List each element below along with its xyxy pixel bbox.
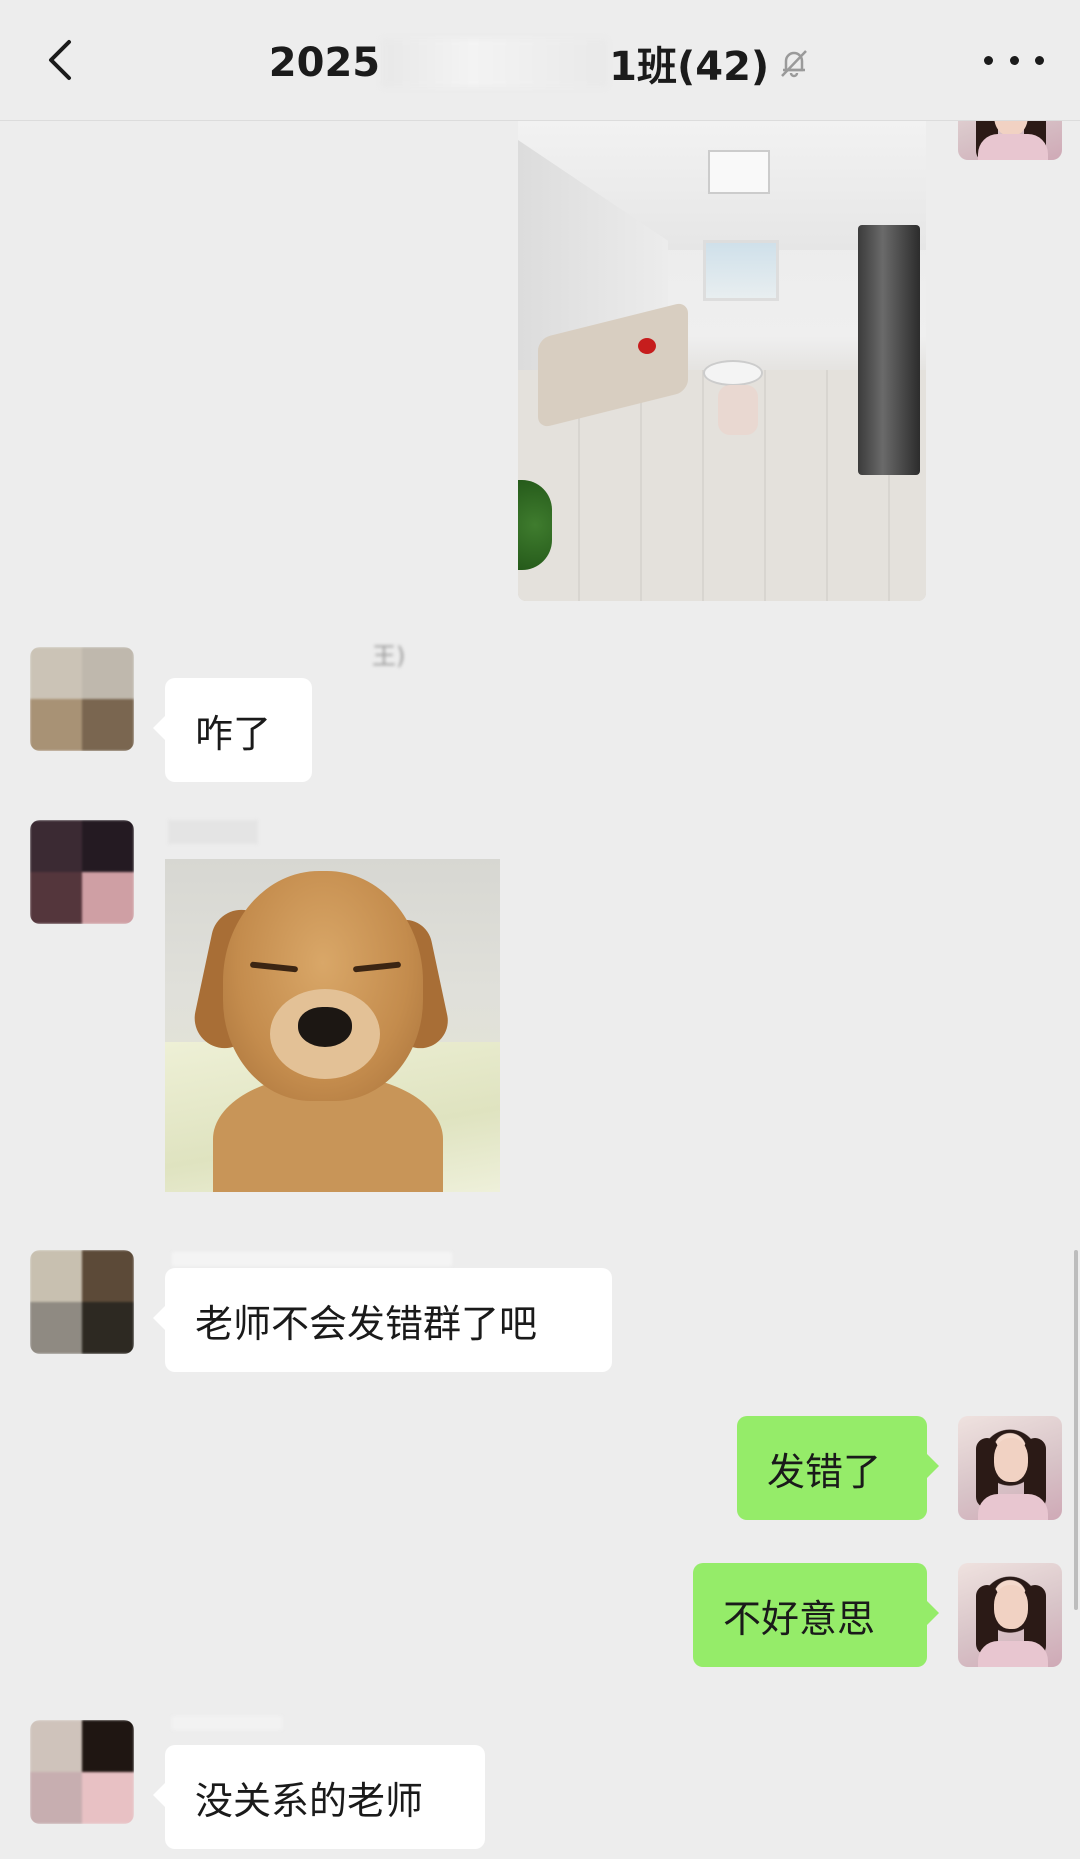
scrollbar[interactable] (1074, 1250, 1078, 1610)
my-avatar[interactable] (958, 1416, 1062, 1520)
chat-title-prefix: 2025 (268, 40, 381, 86)
message-bubble[interactable]: 没关系的老师 (153, 1745, 485, 1849)
chat-title-suffix: 1班(42) (609, 44, 770, 90)
back-button[interactable] (38, 38, 82, 82)
member-avatar[interactable] (30, 647, 134, 751)
avatar-pixelated (30, 1720, 134, 1824)
plant (518, 480, 552, 570)
sender-name (172, 1716, 282, 1730)
avatar-pixelated (30, 820, 134, 924)
more-dot (1035, 55, 1044, 65)
more-dot (984, 55, 993, 65)
avatar-shirt (978, 1641, 1048, 1667)
pink-stool (718, 385, 758, 435)
member-avatar[interactable] (30, 820, 134, 924)
chat-title: 2025 1班(42) (180, 38, 900, 90)
chevron-left-icon (49, 40, 71, 80)
message-bubble[interactable]: 咋了 (153, 678, 312, 782)
member-avatar[interactable] (30, 1250, 134, 1354)
ceiling-light (708, 150, 770, 194)
title-redaction (382, 39, 608, 87)
member-avatar[interactable] (30, 1720, 134, 1824)
avatar-face (994, 1585, 1028, 1629)
sender-name: 王) (372, 642, 406, 670)
avatar-pixelated (30, 647, 134, 751)
my-message-bubble[interactable]: 不好意思 (693, 1563, 939, 1667)
living-room-photo[interactable] (518, 120, 926, 601)
more-dot (1009, 55, 1019, 65)
sender-name (168, 820, 258, 844)
avatar-pixelated (30, 1250, 134, 1354)
chat-header: 2025 1班(42) (0, 0, 1080, 121)
bell-off-icon (777, 46, 811, 80)
room-window (703, 240, 779, 301)
puppy-nose (298, 1007, 352, 1047)
coffee-table (703, 360, 763, 386)
refrigerator (858, 225, 920, 475)
more-button[interactable] (984, 40, 1044, 80)
puppy-photo[interactable] (165, 859, 500, 1192)
message-bubble[interactable]: 老师不会发错群了吧 (153, 1268, 612, 1372)
my-message-bubble[interactable]: 发错了 (737, 1416, 939, 1520)
red-pillow (638, 338, 656, 354)
avatar-shirt (978, 1494, 1048, 1520)
my-avatar[interactable] (958, 1563, 1062, 1667)
avatar-face (994, 1438, 1028, 1482)
avatar-shirt (978, 134, 1048, 160)
sender-name (172, 1252, 452, 1266)
